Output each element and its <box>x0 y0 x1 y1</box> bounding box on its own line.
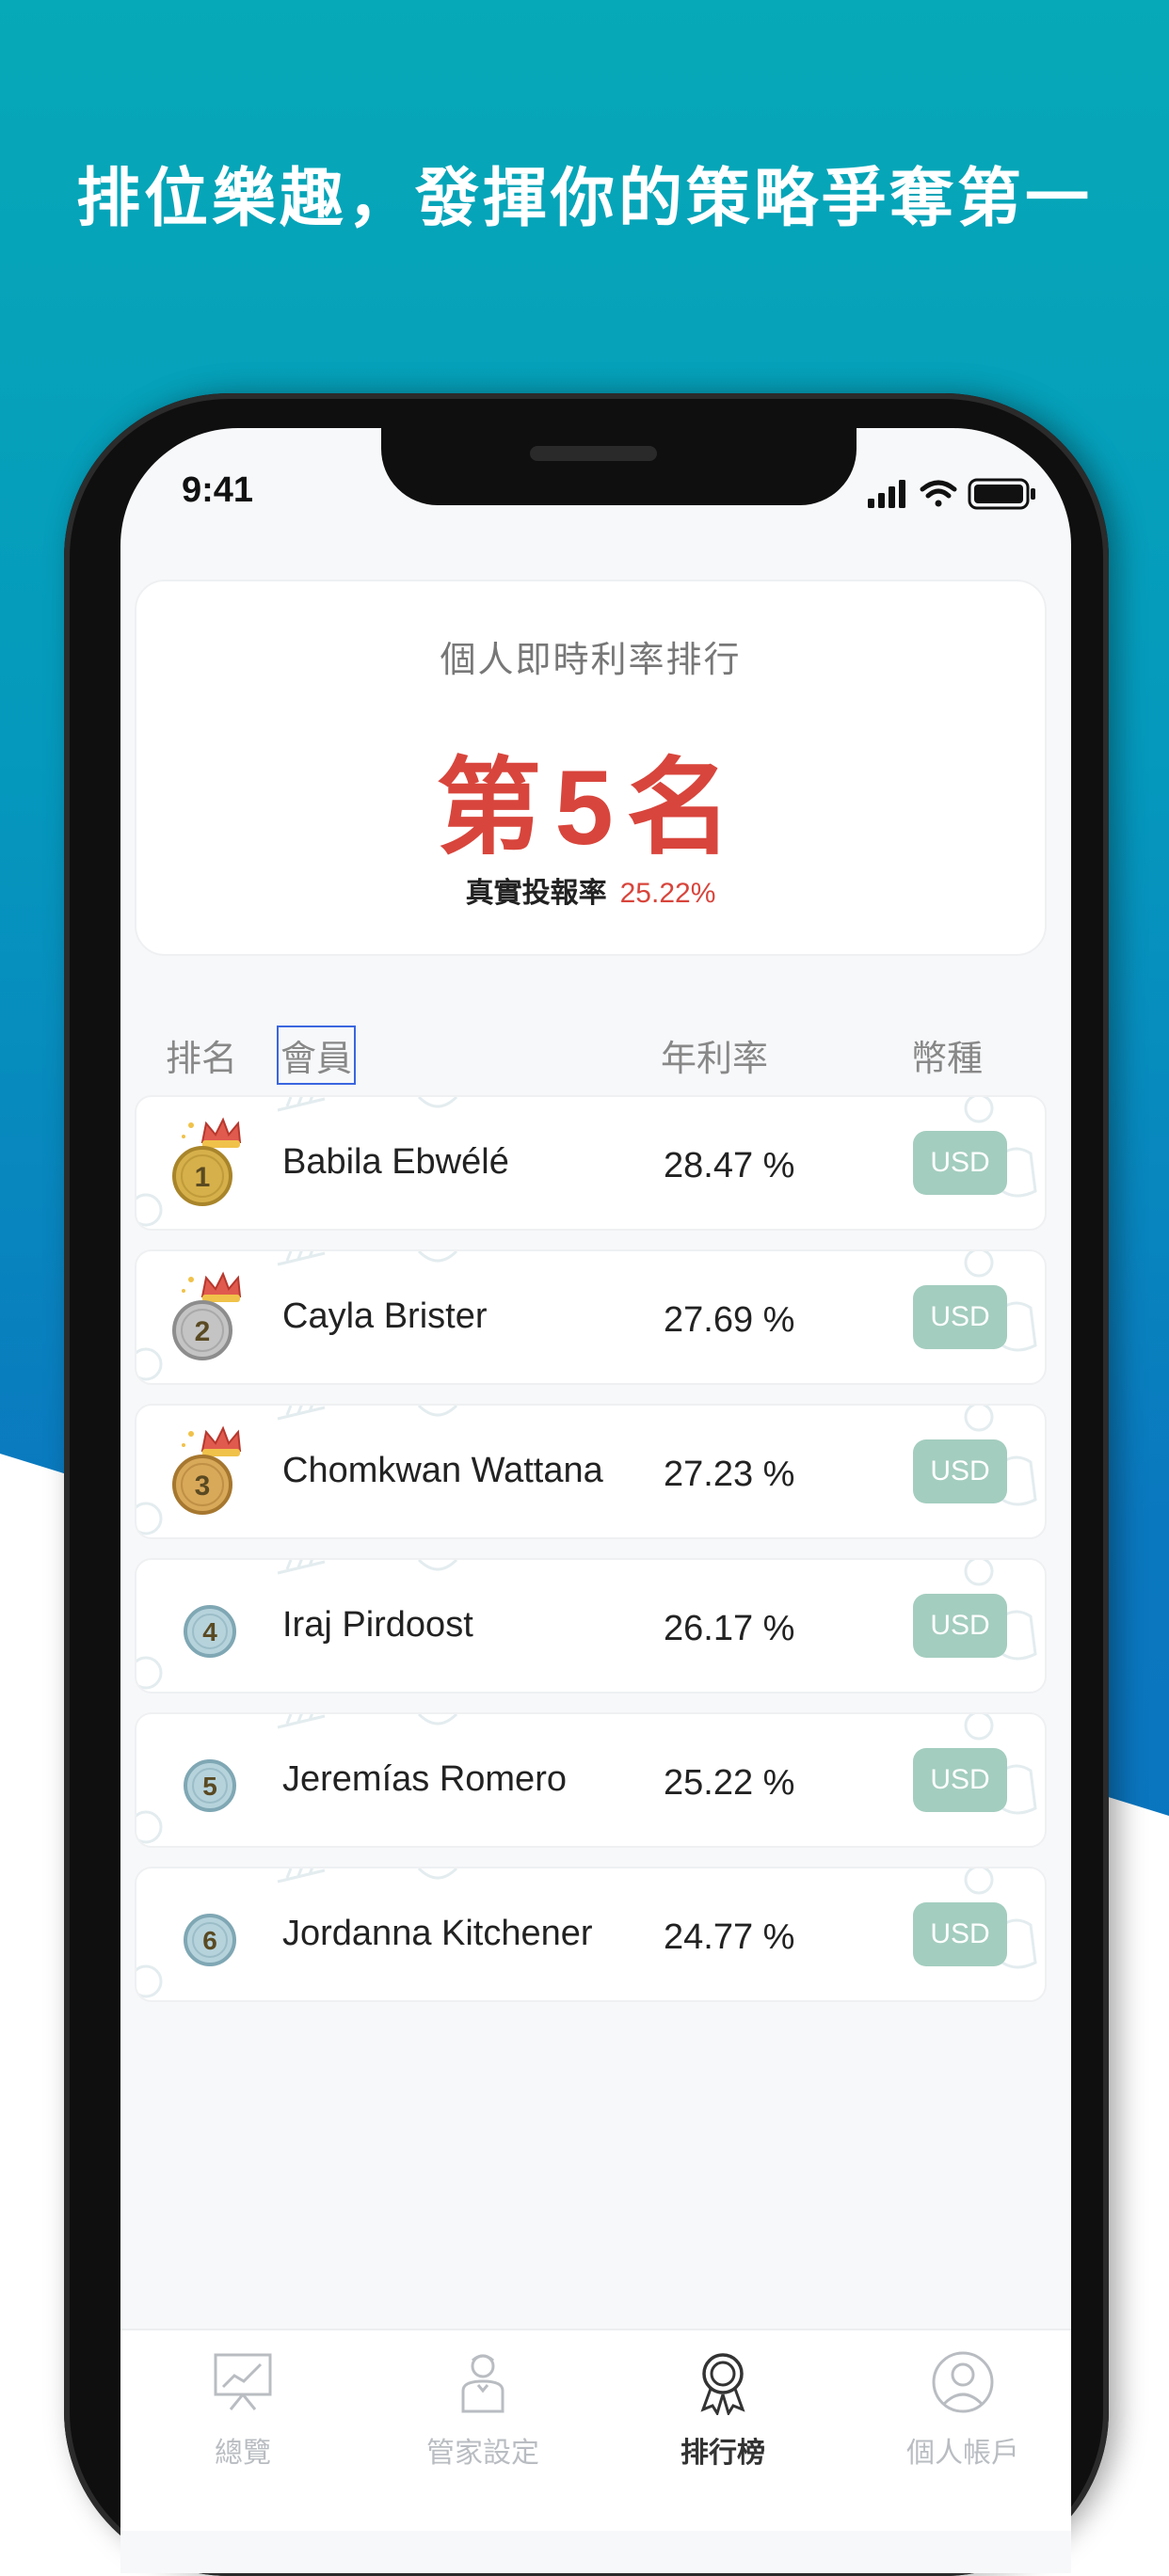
row-watermark-pattern <box>136 1097 1037 1227</box>
medal-rank-number: 5 <box>202 1772 217 1801</box>
table-row[interactable]: 5 Jeremías Romero 25.22 % USD <box>135 1712 1047 1848</box>
nav-label: 總覽 <box>215 2438 271 2469</box>
header-member[interactable]: 會員 <box>276 1026 357 1085</box>
member-rate: 26.17 % <box>664 1609 795 1648</box>
member-name: Iraj Pirdoost <box>282 1605 473 1645</box>
nav-leaderboard[interactable]: 排行榜 <box>629 2330 817 2509</box>
nav-label: 排行榜 <box>681 2438 765 2469</box>
member-name: Chomkwan Wattana <box>282 1451 603 1490</box>
wifi-icon <box>920 480 957 507</box>
row-watermark-pattern <box>136 1560 1037 1690</box>
table-row[interactable]: 2 Cayla Brister 27.69 % USD <box>135 1249 1047 1385</box>
medal-rank-number: 6 <box>202 1926 217 1955</box>
butler-icon <box>461 2354 504 2413</box>
nav-butler-settings[interactable]: 管家設定 <box>389 2330 577 2509</box>
member-rate: 24.77 % <box>664 1917 795 1957</box>
currency-badge: USD <box>913 1594 1007 1658</box>
currency-badge: USD <box>913 1131 1007 1195</box>
summary-rank: 第5名 <box>436 749 745 867</box>
battery-icon <box>968 478 1035 510</box>
phone-notch <box>381 428 857 505</box>
return-value: 25.22% <box>619 878 716 909</box>
row-watermark-pattern <box>136 1251 1037 1381</box>
table-row[interactable]: 3 Chomkwan Wattana 27.23 % USD <box>135 1404 1047 1539</box>
gold-crown-medal-icon: 1 <box>172 1117 242 1206</box>
status-icons <box>868 478 1035 510</box>
nav-label: 管家設定 <box>426 2438 539 2469</box>
chart-board-icon <box>214 2353 272 2410</box>
table-row[interactable]: 4 Iraj Pirdoost 26.17 % USD <box>135 1558 1047 1693</box>
rank-summary-card: 個人即時利率排行 第5名 真實投報率 25.22% <box>135 580 1047 956</box>
member-rate: 28.47 % <box>664 1146 795 1185</box>
currency-badge: USD <box>913 1748 1007 1812</box>
blue-badge-icon: 4 <box>184 1605 236 1658</box>
header-rank: 排名 <box>166 1040 238 1079</box>
summary-return: 真實投報率 25.22% <box>136 869 1045 911</box>
member-name: Babila Ebwélé <box>282 1142 509 1182</box>
header-rate: 年利率 <box>661 1040 769 1079</box>
phone-speaker <box>530 446 657 461</box>
blue-badge-icon: 5 <box>184 1759 236 1812</box>
blue-badge-icon: 6 <box>184 1914 236 1966</box>
medal-rank-number: 3 <box>195 1471 211 1502</box>
summary-title: 個人即時利率排行 <box>440 641 742 680</box>
table-row[interactable]: 1 Babila Ebwélé 28.47 % USD <box>135 1095 1047 1231</box>
return-label: 真實投報率 <box>465 878 607 909</box>
signal-icon <box>868 480 905 508</box>
bronze-crown-medal-icon: 3 <box>172 1425 242 1515</box>
status-time: 9:41 <box>182 470 254 510</box>
medal-rank-number: 1 <box>195 1162 211 1193</box>
bottom-nav: 總覽 管家設定 排行榜 個人帳戶 <box>120 2329 1071 2531</box>
member-rate: 27.69 % <box>664 1300 795 1340</box>
promo-headline: 排位樂趣，發揮你的策略爭奪第一 <box>75 163 1093 234</box>
currency-badge: USD <box>913 1285 1007 1349</box>
medal-rank-number: 4 <box>202 1617 217 1646</box>
nav-account[interactable]: 個人帳戶 <box>869 2330 1057 2509</box>
member-name: Cayla Brister <box>282 1296 488 1336</box>
member-rate: 27.23 % <box>664 1455 795 1494</box>
award-ribbon-icon <box>700 2353 745 2415</box>
member-rate: 25.22 % <box>664 1763 795 1803</box>
member-name: Jeremías Romero <box>282 1759 567 1799</box>
currency-badge: USD <box>913 1439 1007 1503</box>
currency-badge: USD <box>913 1902 1007 1966</box>
table-row[interactable]: 6 Jordanna Kitchener 24.77 % USD <box>135 1867 1047 2002</box>
nav-overview[interactable]: 總覽 <box>149 2330 337 2509</box>
nav-label: 個人帳戶 <box>906 2438 1019 2469</box>
header-currency: 幣種 <box>911 1040 984 1079</box>
row-watermark-pattern <box>136 1714 1037 1844</box>
medal-rank-number: 2 <box>195 1316 211 1347</box>
member-name: Jordanna Kitchener <box>282 1914 593 1953</box>
user-circle-icon <box>932 2351 994 2413</box>
silver-crown-medal-icon: 2 <box>172 1271 242 1360</box>
